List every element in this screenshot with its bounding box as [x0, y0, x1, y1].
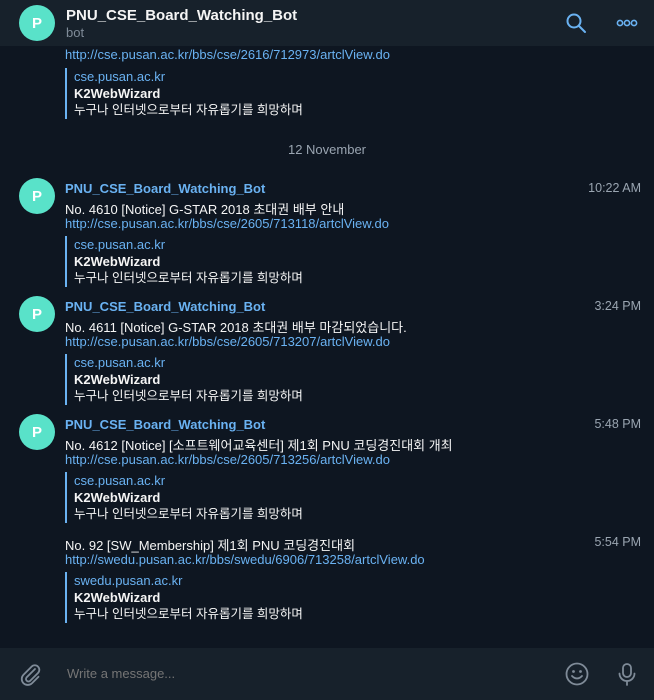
- link-preview[interactable]: cse.pusan.ac.kr K2WebWizard 누구나 인터넷으로부터 …: [65, 354, 494, 405]
- preview-site: cse.pusan.ac.kr: [74, 237, 166, 252]
- attach-icon[interactable]: [17, 661, 43, 687]
- preview-site: cse.pusan.ac.kr: [74, 69, 166, 84]
- preview-description: 누구나 인터넷으로부터 자유롭기를 희망하며: [74, 507, 303, 521]
- link-preview[interactable]: cse.pusan.ac.kr K2WebWizard 누구나 인터넷으로부터 …: [65, 472, 494, 523]
- preview-title: K2WebWizard: [74, 590, 161, 605]
- sender-avatar[interactable]: P: [19, 414, 55, 450]
- bot-avatar[interactable]: P: [19, 5, 55, 41]
- message-list[interactable]: http://cse.pusan.ac.kr/bbs/cse/2616/7129…: [0, 46, 654, 648]
- sender-avatar[interactable]: P: [19, 296, 55, 332]
- preview-description: 누구나 인터넷으로부터 자유롭기를 희망하며: [74, 607, 303, 621]
- link-preview[interactable]: cse.pusan.ac.kr K2WebWizard 누구나 인터넷으로부터 …: [65, 236, 494, 287]
- message-link[interactable]: http://cse.pusan.ac.kr/bbs/cse/2605/7132…: [65, 334, 390, 349]
- search-icon[interactable]: [565, 12, 587, 34]
- chat-header: P PNU_CSE_Board_Watching_Bot bot: [0, 0, 654, 46]
- sender-name[interactable]: PNU_CSE_Board_Watching_Bot: [65, 299, 265, 314]
- microphone-icon[interactable]: [614, 661, 640, 687]
- message-link[interactable]: http://cse.pusan.ac.kr/bbs/cse/2605/7132…: [65, 452, 390, 467]
- preview-site: swedu.pusan.ac.kr: [74, 573, 183, 588]
- message-link[interactable]: http://cse.pusan.ac.kr/bbs/cse/2616/7129…: [65, 47, 390, 62]
- chat-title[interactable]: PNU_CSE_Board_Watching_Bot: [66, 7, 297, 24]
- emoji-icon[interactable]: [564, 661, 590, 687]
- message-input[interactable]: [65, 665, 549, 682]
- message-composer: [0, 648, 654, 700]
- date-separator: 12 November: [287, 142, 367, 157]
- link-preview[interactable]: swedu.pusan.ac.kr K2WebWizard 누구나 인터넷으로부…: [65, 572, 494, 623]
- sender-name[interactable]: PNU_CSE_Board_Watching_Bot: [65, 181, 265, 196]
- preview-title: K2WebWizard: [74, 254, 161, 269]
- preview-description: 누구나 인터넷으로부터 자유롭기를 희망하며: [74, 271, 303, 285]
- sender-avatar[interactable]: P: [19, 178, 55, 214]
- sender-name[interactable]: PNU_CSE_Board_Watching_Bot: [65, 417, 265, 432]
- message-time: 5:48 PM: [594, 417, 641, 431]
- link-preview[interactable]: cse.pusan.ac.kr K2WebWizard 누구나 인터넷으로부터 …: [65, 68, 494, 119]
- chat-subtitle: bot: [66, 25, 85, 40]
- message-time: 3:24 PM: [594, 299, 641, 313]
- message-link[interactable]: http://swedu.pusan.ac.kr/bbs/swedu/6906/…: [65, 552, 425, 567]
- more-icon[interactable]: [616, 12, 638, 34]
- preview-title: K2WebWizard: [74, 372, 161, 387]
- preview-title: K2WebWizard: [74, 86, 161, 101]
- preview-title: K2WebWizard: [74, 490, 161, 505]
- message-link[interactable]: http://cse.pusan.ac.kr/bbs/cse/2605/7131…: [65, 216, 389, 231]
- message-time: 10:22 AM: [588, 181, 641, 195]
- message-time: 5:54 PM: [594, 535, 641, 549]
- preview-site: cse.pusan.ac.kr: [74, 473, 166, 488]
- preview-description: 누구나 인터넷으로부터 자유롭기를 희망하며: [74, 389, 303, 403]
- preview-description: 누구나 인터넷으로부터 자유롭기를 희망하며: [74, 103, 303, 117]
- preview-site: cse.pusan.ac.kr: [74, 355, 166, 370]
